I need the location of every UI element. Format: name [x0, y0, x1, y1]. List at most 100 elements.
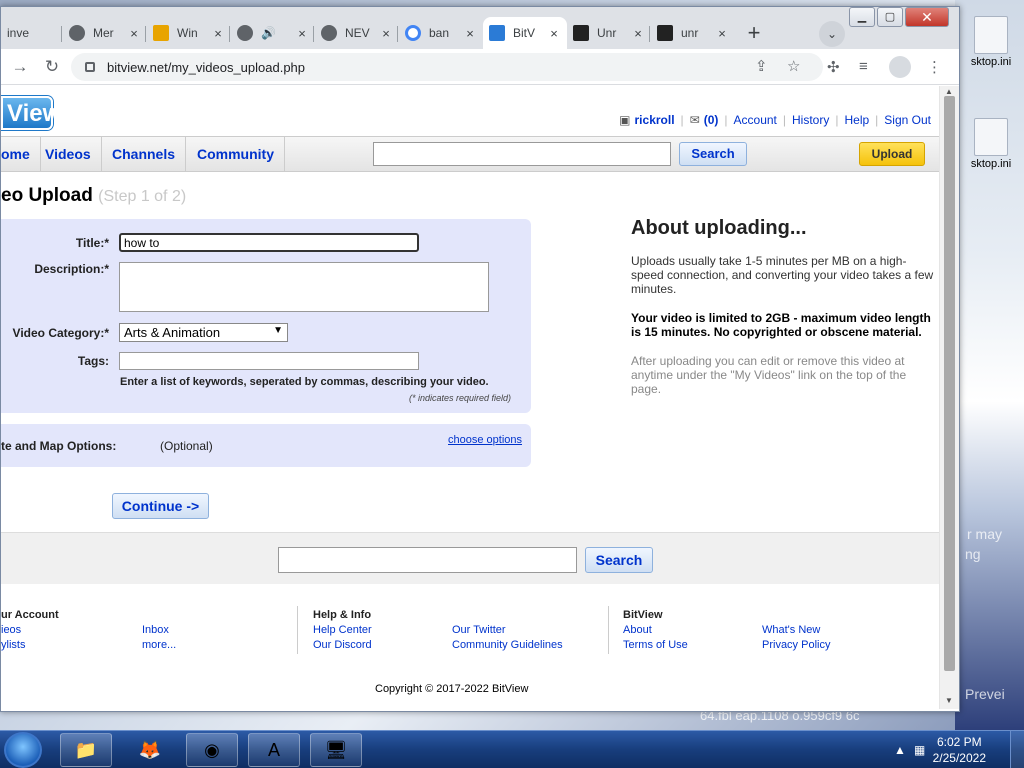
maximize-button[interactable]: ▢	[877, 7, 903, 27]
footer-search-input[interactable]	[278, 547, 577, 573]
footer-link[interactable]: ieos	[1, 624, 21, 636]
username-link[interactable]: rickroll	[635, 113, 675, 127]
profile-avatar-icon[interactable]	[889, 56, 911, 78]
footer-link[interactable]: Terms of Use	[623, 639, 688, 651]
close-icon[interactable]: ×	[631, 26, 645, 41]
chrome-taskbar-icon[interactable]: ◉	[186, 733, 238, 767]
unreal-icon	[573, 25, 589, 41]
footer-heading-help: Help & Info	[313, 609, 372, 621]
description-textarea[interactable]	[119, 262, 489, 312]
continue-button[interactable]: Continue ->	[112, 493, 209, 519]
footer-link[interactable]: Our Twitter	[452, 624, 506, 636]
about-paragraph-limits: Your video is limited to 2GB - maximum v…	[631, 311, 931, 339]
menu-kebab-icon[interactable]: ⋮	[927, 58, 942, 76]
tags-input[interactable]	[119, 352, 419, 370]
new-tab-button[interactable]: +	[741, 21, 767, 47]
about-heading: About uploading...	[631, 217, 807, 239]
forward-button[interactable]: →	[9, 57, 31, 77]
footer-link[interactable]: Community Guidelines	[452, 639, 563, 651]
header-search-button[interactable]: Search	[679, 142, 747, 166]
close-icon[interactable]: ×	[463, 26, 477, 41]
nav-community[interactable]: Community	[187, 137, 285, 171]
footer-link[interactable]: Our Discord	[313, 639, 372, 651]
footer-link[interactable]: What's New	[762, 624, 820, 636]
remote-desktop-taskbar-icon[interactable]: 🖥	[310, 733, 362, 767]
desktop-faint-text: Prevei	[965, 686, 1005, 702]
close-icon[interactable]: ×	[295, 26, 309, 41]
desktop-faint-text: ng	[965, 546, 981, 562]
page-title-text: eo Upload	[1, 185, 93, 206]
sign-out-link[interactable]: Sign Out	[884, 113, 931, 127]
user-icon: ▣	[619, 113, 631, 127]
title-input[interactable]: how to	[119, 233, 419, 252]
footer-link[interactable]: Inbox	[142, 624, 169, 636]
bitview-logo[interactable]: View	[1, 96, 61, 130]
nav-channels[interactable]: Channels	[102, 137, 187, 171]
desktop-file-icon[interactable]: sktop.ini	[961, 118, 1021, 170]
unreal-icon	[657, 25, 673, 41]
close-icon[interactable]: ×	[127, 26, 141, 41]
footer-link[interactable]: Privacy Policy	[762, 639, 830, 651]
system-clock[interactable]: 6:02 PM 2/25/2022	[933, 734, 986, 766]
show-desktop-button[interactable]	[1010, 731, 1024, 768]
tab-title: inve	[7, 26, 30, 40]
close-icon[interactable]: ×	[715, 26, 729, 41]
scroll-down-icon[interactable]: ▼	[945, 696, 953, 705]
page-scrollbar[interactable]: ▲ ▼	[939, 86, 959, 709]
close-icon[interactable]: ×	[547, 26, 561, 41]
close-icon[interactable]: ×	[379, 26, 393, 41]
start-button[interactable]	[4, 732, 42, 768]
copyright: Copyright © 2017-2022 BitView	[375, 683, 529, 695]
help-link[interactable]: Help	[844, 113, 869, 127]
document-icon	[153, 25, 169, 41]
footer-link[interactable]: ylists	[1, 639, 25, 651]
firefox-taskbar-icon[interactable]: 🦊	[124, 733, 176, 767]
category-select[interactable]: Arts & Animation ▼	[119, 323, 288, 342]
inbox-count-link[interactable]: (0)	[704, 113, 719, 127]
desktop-file-icon[interactable]: sktop.ini	[961, 16, 1021, 68]
tray-expand-icon[interactable]: ▲	[894, 743, 906, 757]
footer-link[interactable]: Help Center	[313, 624, 372, 636]
browser-tab[interactable]: 🔊 ×	[231, 17, 315, 49]
extensions-icon[interactable]: ✣	[827, 58, 840, 76]
wordpad-taskbar-icon[interactable]: A	[248, 733, 300, 767]
explorer-taskbar-icon[interactable]: 📁	[60, 733, 112, 767]
footer-link[interactable]: more...	[142, 639, 176, 651]
browser-tab[interactable]: unr ×	[651, 17, 735, 49]
header-search-input[interactable]	[373, 142, 671, 166]
network-icon[interactable]: ▦	[914, 743, 925, 757]
reload-button[interactable]: ↻	[41, 57, 63, 77]
address-bar[interactable]: bitview.net/my_videos_upload.php ⇪ ☆	[71, 53, 823, 81]
tab-search-button[interactable]: ⌄	[819, 21, 845, 47]
browser-tab[interactable]: ban ×	[399, 17, 483, 49]
media-control-icon[interactable]: ≡	[859, 58, 868, 75]
upload-button[interactable]: Upload	[859, 142, 925, 166]
browser-tab[interactable]: NEV ×	[315, 17, 399, 49]
browser-window: inve × Mer × Win × 🔊 × NEV ×	[0, 6, 960, 712]
required-note: (* indicates required field)	[409, 393, 512, 403]
footer-link[interactable]: About	[623, 624, 652, 636]
choose-options-link[interactable]: choose options	[448, 434, 522, 446]
close-icon[interactable]: ×	[211, 26, 225, 41]
browser-tab-active[interactable]: BitV ×	[483, 17, 567, 49]
tab-title: Mer	[93, 26, 114, 40]
desktop-background: sktop.ini sktop.ini r may ng Prevei	[955, 0, 1024, 730]
nav-videos[interactable]: Videos	[35, 137, 102, 171]
browser-tab[interactable]: Mer ×	[63, 17, 147, 49]
tab-title: ban	[429, 26, 450, 40]
scrollbar-thumb[interactable]	[944, 96, 955, 671]
scroll-up-icon[interactable]: ▲	[945, 87, 953, 96]
footer-links: ur Account ieos ylists Inbox more... Hel…	[1, 596, 939, 656]
close-window-button[interactable]: ✕	[905, 7, 949, 27]
browser-tab[interactable]: Unr ×	[567, 17, 651, 49]
bookmark-star-icon[interactable]: ☆	[787, 57, 800, 75]
footer-search-button[interactable]: Search	[585, 547, 653, 573]
minimize-button[interactable]: ▁	[849, 7, 875, 27]
history-link[interactable]: History	[792, 113, 829, 127]
share-icon[interactable]: ⇪	[755, 57, 768, 75]
account-link[interactable]: Account	[734, 113, 777, 127]
bitview-icon	[489, 25, 505, 41]
browser-tab[interactable]: Win ×	[147, 17, 231, 49]
about-paragraph-edit: After uploading you can edit or remove t…	[631, 354, 907, 396]
category-label: Video Category:*	[12, 326, 109, 340]
